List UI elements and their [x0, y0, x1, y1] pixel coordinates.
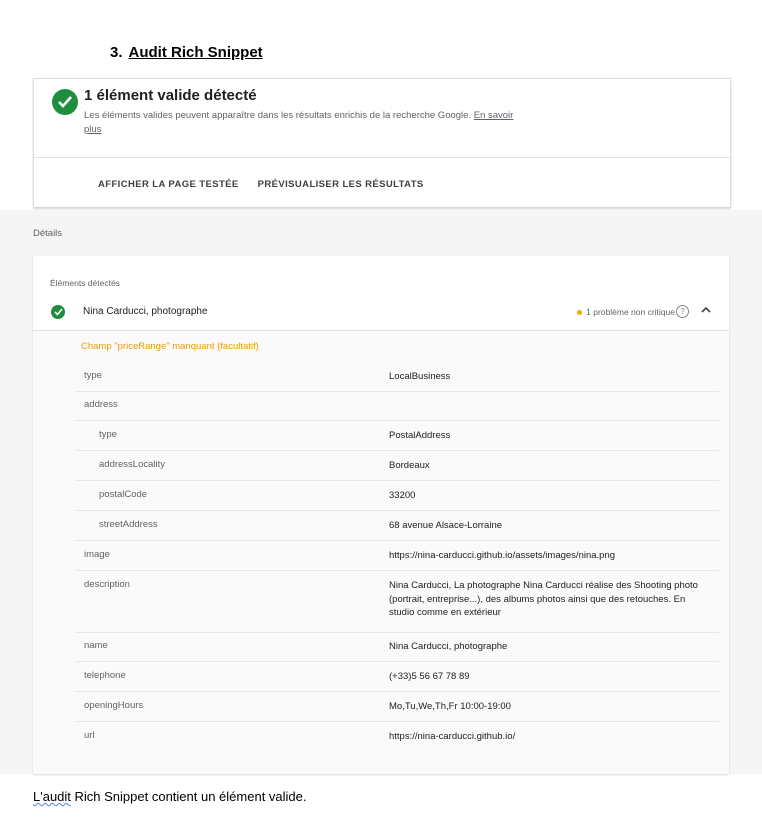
description-text: Les éléments valides peuvent apparaître …	[84, 110, 472, 121]
item-name: Nina Carducci, photographe	[83, 306, 208, 317]
property-key: type	[84, 370, 102, 381]
property-value: 68 avenue Alsace-Lorraine	[389, 520, 503, 531]
table-row: address	[75, 392, 719, 421]
property-key: type	[99, 429, 117, 440]
property-key: address	[84, 399, 118, 410]
properties-table: Champ "priceRange" manquant (facultatif)…	[33, 331, 729, 774]
table-row: name Nina Carducci, photographe	[75, 633, 719, 662]
caption: L'audit Rich Snippet contient un élément…	[33, 789, 307, 804]
property-value: 33200	[389, 490, 416, 501]
property-value: https://nina-carducci.github.io/assets/i…	[389, 550, 616, 561]
divider	[34, 157, 730, 158]
caption-part-2: Rich	[70, 789, 105, 804]
property-key: telephone	[84, 670, 126, 681]
property-value: Nina Carducci, photographe	[389, 641, 508, 652]
result-card: 1 élément valide détecté Les éléments va…	[33, 78, 731, 207]
details-section: Détails Éléments détectés Nina Carducci,…	[0, 210, 762, 774]
preview-results-button[interactable]: PRÉVISUALISER LES RÉSULTATS	[258, 179, 424, 190]
table-row: telephone (+33)5 56 67 78 89	[75, 663, 719, 692]
table-row: addressLocality Bordeaux	[75, 452, 719, 481]
detected-elements-label: Éléments détectés	[50, 278, 120, 288]
check-circle-icon	[52, 89, 78, 115]
chevron-up-icon[interactable]	[701, 306, 711, 313]
property-key: url	[84, 730, 95, 741]
warning-dot-icon	[577, 310, 583, 316]
table-row: openingHours Mo,Tu,We,Th,Fr 10:00-19:00	[75, 693, 719, 722]
detected-item-row[interactable]: Nina Carducci, photographe 1 problème no…	[33, 294, 729, 331]
card-actions: AFFICHER LA PAGE TESTÉE PRÉVISUALISER LE…	[98, 179, 440, 190]
property-key: postalCode	[99, 489, 148, 500]
issue-badge: 1 problème non critique	[577, 307, 675, 317]
property-value: https://nina-carducci.github.io/	[389, 731, 516, 742]
table-row: postalCode 33200	[75, 482, 719, 511]
property-key: description	[84, 579, 130, 590]
details-label: Détails	[33, 228, 63, 239]
property-value: Bordeaux	[389, 460, 430, 471]
property-value: LocalBusiness	[389, 371, 451, 382]
table-row: description Nina Carducci, La photograph…	[75, 572, 719, 633]
detected-elements-card: Éléments détectés Nina Carducci, photogr…	[33, 256, 729, 774]
table-row: streetAddress 68 avenue Alsace-Lorraine	[75, 512, 719, 541]
table-row: type PostalAddress	[75, 422, 719, 451]
section-heading: 3. Audit Rich Snippet	[110, 44, 263, 61]
table-row: type LocalBusiness	[75, 363, 719, 392]
property-key: addressLocality	[99, 459, 166, 470]
warning-message: Champ "priceRange" manquant (facultatif)	[81, 341, 259, 352]
caption-part-1: L'audit	[33, 789, 71, 804]
property-key: image	[84, 549, 110, 560]
table-row: url https://nina-carducci.github.io/	[75, 723, 719, 751]
property-value: Mo,Tu,We,Th,Fr 10:00-19:00	[389, 701, 511, 712]
property-value: Nina Carducci, La photographe Nina Cardu…	[389, 580, 698, 618]
property-value: PostalAddress	[389, 430, 451, 441]
issue-text: 1 problème non critique	[586, 307, 675, 317]
view-tested-page-button[interactable]: AFFICHER LA PAGE TESTÉE	[98, 179, 239, 190]
property-key: name	[84, 640, 108, 651]
caption-part-3: Snippet contient un élément valide.	[104, 789, 307, 804]
valid-items-description: Les éléments valides peuvent apparaître …	[84, 109, 524, 137]
property-value: (+33)5 56 67 78 89	[389, 671, 470, 682]
help-icon[interactable]: ?	[676, 305, 689, 318]
table-row: image https://nina-carducci.github.io/as…	[75, 542, 719, 571]
property-key: openingHours	[84, 700, 144, 711]
valid-items-title: 1 élément valide détecté	[84, 87, 257, 104]
section-title: Audit Rich Snippet	[128, 44, 263, 61]
property-key: streetAddress	[99, 519, 158, 530]
section-number: 3.	[110, 44, 123, 61]
check-circle-icon	[51, 305, 65, 319]
